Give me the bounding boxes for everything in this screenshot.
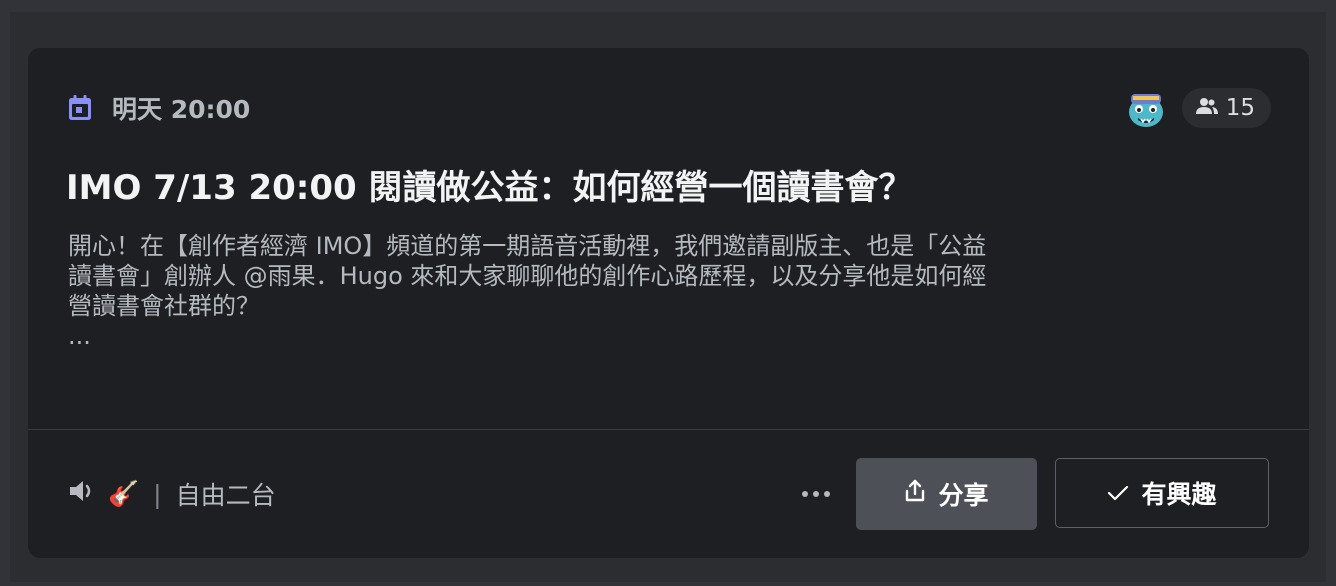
more-icon — [813, 491, 819, 497]
more-icon — [824, 491, 830, 497]
more-options-button[interactable] — [794, 476, 838, 512]
attendee-count: 15 — [1225, 95, 1255, 121]
event-title: IMO 7/13 20:00 閱讀做公益：如何經營一個讀書會？ — [66, 168, 913, 208]
description-line: 營讀書會社群的？ — [68, 292, 260, 320]
speaker-icon — [68, 479, 98, 509]
guitar-emoji: 🎸 — [108, 479, 140, 508]
event-description: 開心！在【創作者經濟 IMO】頻道的第一期語音活動裡，我們邀請副版主、也是「公益… — [68, 231, 1278, 351]
more-icon — [802, 491, 808, 497]
avatar-monster-icon[interactable] — [1124, 86, 1168, 130]
interested-label: 有興趣 — [1141, 480, 1217, 509]
check-icon — [1107, 479, 1129, 508]
channel-name: 自由二台 — [175, 481, 276, 510]
event-time: 明天 20:00 — [112, 95, 251, 124]
description-line: 開心！在【創作者經濟 IMO】頻道的第一期語音活動裡，我們邀請副版主、也是「公益 — [68, 232, 987, 260]
event-meta: 15 — [1124, 86, 1271, 130]
event-details: 明天 20:00 15 IMO 7/13 20:00 閱讀做公益：如何經營一個讀… — [28, 48, 1309, 430]
event-card[interactable]: 明天 20:00 15 IMO 7/13 20:00 閱讀做公益：如何經營一個讀… — [28, 48, 1309, 558]
attendee-count-badge[interactable]: 15 — [1181, 88, 1271, 128]
channel-link[interactable]: 🎸 | 自由二台 — [68, 474, 276, 514]
share-upload-icon — [904, 479, 926, 509]
event-footer: 🎸 | 自由二台 分享 有興趣 — [28, 430, 1309, 558]
share-label: 分享 — [938, 481, 989, 510]
description-ellipsis: ... — [68, 322, 91, 350]
share-button[interactable]: 分享 — [856, 458, 1037, 530]
channel-separator: | — [153, 479, 162, 509]
event-time-row: 明天 20:00 — [68, 88, 250, 128]
description-line: 讀書會」創辦人 @雨果．Hugo 來和大家聊聊他的創作心路歷程，以及分享他是如何… — [68, 262, 987, 290]
interested-button[interactable]: 有興趣 — [1055, 458, 1269, 528]
people-icon — [1195, 95, 1218, 121]
calendar-icon — [68, 95, 92, 121]
